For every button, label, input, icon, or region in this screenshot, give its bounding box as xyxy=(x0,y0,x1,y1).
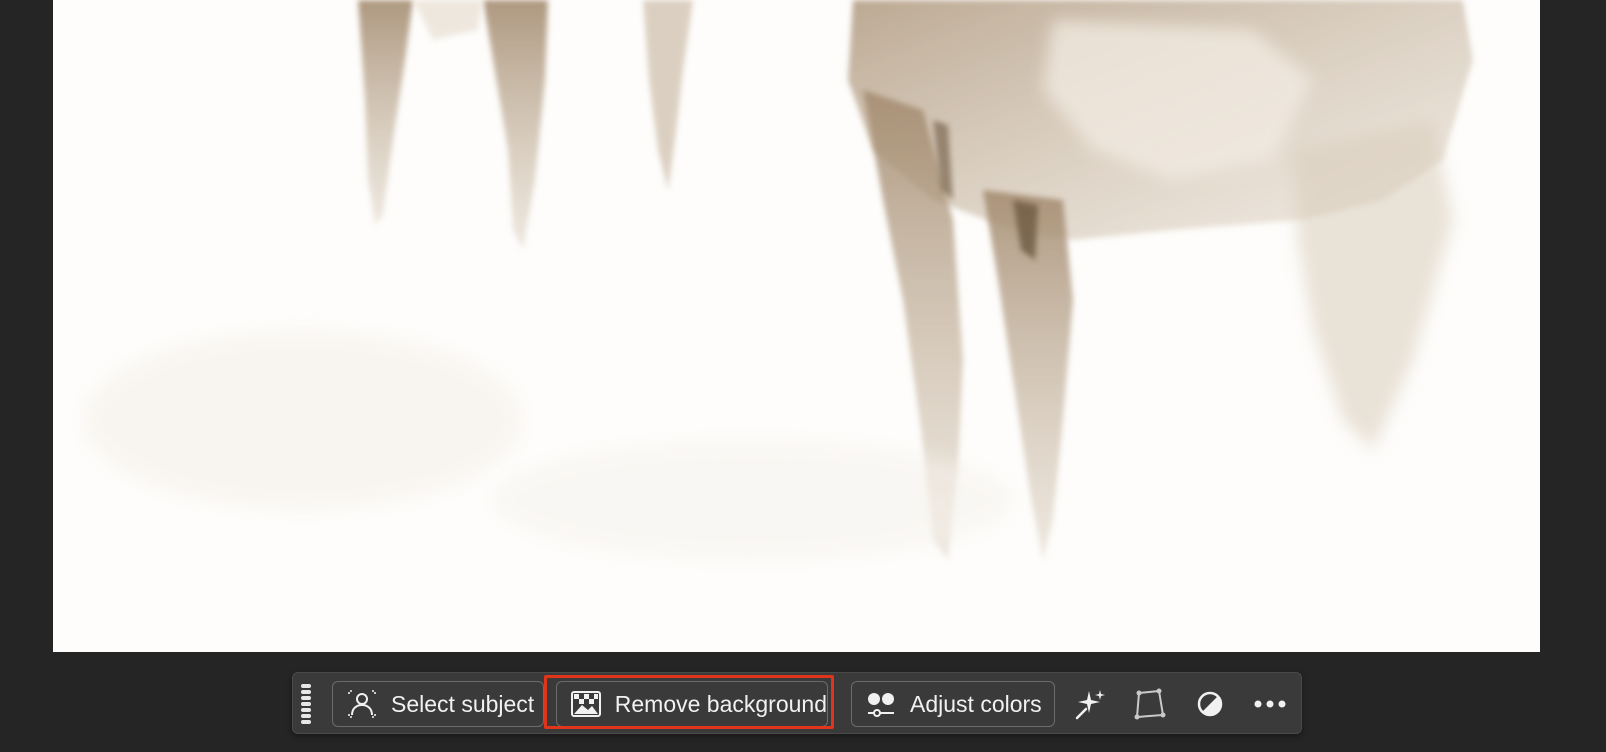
sparkle-icon[interactable] xyxy=(1071,685,1109,723)
remove-background-icon xyxy=(569,687,603,721)
contextual-taskbar: Select subject Remove background Adjust … xyxy=(292,672,1302,734)
document-canvas[interactable] xyxy=(53,0,1540,652)
select-subject-button[interactable]: Select subject xyxy=(332,681,544,727)
select-subject-label: Select subject xyxy=(391,690,535,717)
person-select-icon xyxy=(345,687,379,721)
transform-icon[interactable] xyxy=(1131,685,1169,723)
adjust-colors-button[interactable]: Adjust colors xyxy=(851,681,1055,727)
adjust-colors-icon xyxy=(864,687,898,721)
watercolor-painting-image xyxy=(83,0,1473,560)
adjust-colors-label: Adjust colors xyxy=(910,690,1042,717)
remove-background-label: Remove background xyxy=(614,690,827,717)
app-window: Select subject Remove background Adjust … xyxy=(0,0,1606,752)
contrast-icon[interactable] xyxy=(1191,685,1229,723)
remove-background-button[interactable]: Remove background xyxy=(556,681,828,727)
drag-handle-icon[interactable] xyxy=(301,684,313,724)
more-icon[interactable] xyxy=(1251,685,1289,723)
